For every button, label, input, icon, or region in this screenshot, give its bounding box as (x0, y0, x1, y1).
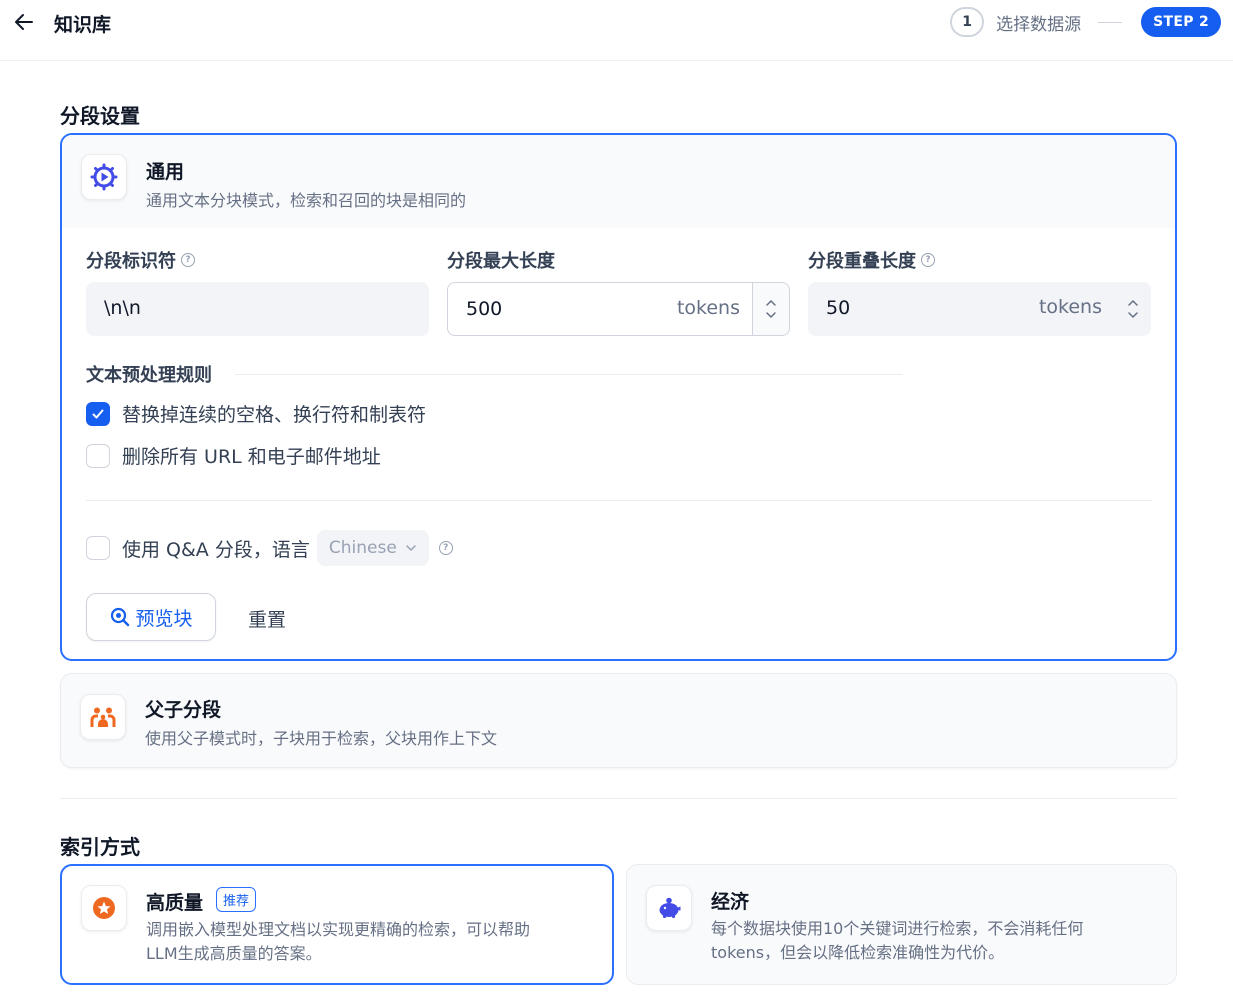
page-title: 知识库 (54, 14, 112, 36)
general-description: 通用文本分块模式，检索和召回的块是相同的 (146, 191, 467, 210)
separator-label-text: 分段标识符 (86, 251, 176, 272)
qa-label: 使用 Q&A 分段，语言 (122, 538, 310, 561)
step2-pill: STEP 2 (1141, 7, 1221, 37)
remove-urls-label: 删除所有 URL 和电子邮件地址 (122, 446, 381, 468)
recommended-badge: 推荐 (216, 887, 257, 912)
overlap-stepper[interactable] (1114, 282, 1151, 336)
high-quality-description: 调用嵌入模型处理文档以实现更精确的检索，可以帮助 LLM生成高质量的答案。 (146, 918, 530, 966)
high-quality-desc-line1: 调用嵌入模型处理文档以实现更精确的检索，可以帮助 (146, 920, 531, 939)
step1-number: 1 (950, 7, 985, 37)
chevron-down-icon (406, 545, 416, 552)
step-connector (1098, 21, 1123, 23)
high-quality-desc-line2: LLM生成高质量的答案。 (146, 944, 322, 963)
separator-label: 分段标识符 ? (86, 247, 195, 273)
economy-title: 经济 (711, 891, 750, 913)
separator-value: \n\n (104, 297, 141, 319)
rules-divider (235, 374, 903, 375)
check-icon (92, 409, 104, 418)
parent-child-segment-card[interactable]: 父子分段 使用父子模式时，子块用于检索，父块用作上下文 (60, 673, 1177, 768)
rules-title: 文本预处理规则 (86, 365, 212, 386)
economy-index-card[interactable]: 经济 每个数据块使用10个关键词进行检索，不会消耗任何 tokens，但会以降低… (626, 864, 1177, 985)
step1-label: 选择数据源 (996, 14, 1082, 35)
max-length-label: 分段最大长度 (447, 247, 555, 273)
rule-remove-urls[interactable]: 删除所有 URL 和电子邮件地址 (86, 442, 381, 469)
max-length-label-text: 分段最大长度 (447, 251, 555, 272)
economy-desc-line2: tokens，但会以降低检索准确性为代价。 (711, 943, 1005, 962)
general-segment-card[interactable]: 通用 通用文本分块模式，检索和召回的块是相同的 分段标识符 ? \n\n 分段最… (60, 133, 1177, 661)
high-quality-index-card[interactable]: 高质量 推荐 调用嵌入模型处理文档以实现更精确的检索，可以帮助 LLM生成高质量… (60, 864, 614, 985)
overlap-value: 50 (826, 297, 851, 319)
replace-spaces-label: 替换掉连续的空格、换行符和制表符 (122, 404, 427, 426)
preview-chunks-button[interactable]: 预览块 (86, 593, 216, 641)
back-arrow-icon[interactable] (12, 10, 36, 34)
piggy-bank-icon (646, 885, 692, 931)
parent-child-title: 父子分段 (145, 699, 222, 721)
rule-replace-spaces[interactable]: 替换掉连续的空格、换行符和制表符 (86, 400, 426, 427)
overlap-label: 分段重叠长度 ? (808, 247, 935, 273)
replace-spaces-checkbox[interactable] (86, 401, 110, 426)
high-quality-title: 高质量 (146, 892, 204, 914)
overlap-input[interactable]: 50 tokens (808, 282, 1151, 336)
max-length-unit: tokens (676, 297, 740, 319)
search-preview-icon (111, 607, 130, 627)
overlap-label-text: 分段重叠长度 (808, 251, 916, 272)
qa-segment-row: 使用 Q&A 分段，语言 Chinese ? (86, 530, 453, 566)
qa-help-icon[interactable]: ? (438, 541, 453, 555)
chevron-up-icon[interactable] (765, 299, 777, 307)
qa-checkbox[interactable] (86, 536, 110, 560)
max-length-value: 500 (466, 298, 503, 320)
stepper: 1 选择数据源 STEP 2 (950, 7, 1221, 37)
remove-urls-checkbox[interactable] (86, 443, 110, 468)
index-section-title: 索引方式 (60, 835, 140, 859)
overlap-unit: tokens (1038, 296, 1102, 318)
parent-child-icon (80, 694, 126, 740)
reset-button[interactable]: 重置 (248, 605, 286, 632)
chevron-up-icon[interactable] (1127, 299, 1139, 307)
max-length-stepper[interactable] (752, 283, 789, 335)
general-title: 通用 (146, 161, 185, 183)
general-gear-icon (81, 154, 127, 200)
overlap-help-icon[interactable]: ? (921, 253, 935, 267)
separator-input[interactable]: \n\n (86, 282, 429, 336)
economy-desc-line1: 每个数据块使用10个关键词进行检索，不会消耗任何 (711, 919, 1084, 938)
qa-language-value: Chinese (328, 538, 397, 558)
top-bar: 知识库 1 选择数据源 STEP 2 (0, 0, 1233, 61)
high-quality-star-icon (81, 885, 127, 931)
max-length-input[interactable]: 500 tokens (447, 282, 790, 336)
parent-child-description: 使用父子模式时，子块用于检索，父块用作上下文 (145, 729, 498, 748)
preview-button-label: 预览块 (135, 607, 193, 630)
economy-description: 每个数据块使用10个关键词进行检索，不会消耗任何 tokens，但会以降低检索准… (711, 917, 1083, 965)
segment-section-title: 分段设置 (60, 104, 140, 128)
section-divider (60, 798, 1177, 799)
chevron-down-icon[interactable] (765, 311, 777, 319)
separator-help-icon[interactable]: ? (181, 253, 195, 267)
qa-language-select[interactable]: Chinese (316, 530, 429, 566)
chevron-down-icon[interactable] (1127, 311, 1139, 319)
rules-bottom-divider (86, 500, 1152, 501)
general-card-header (62, 135, 1175, 228)
